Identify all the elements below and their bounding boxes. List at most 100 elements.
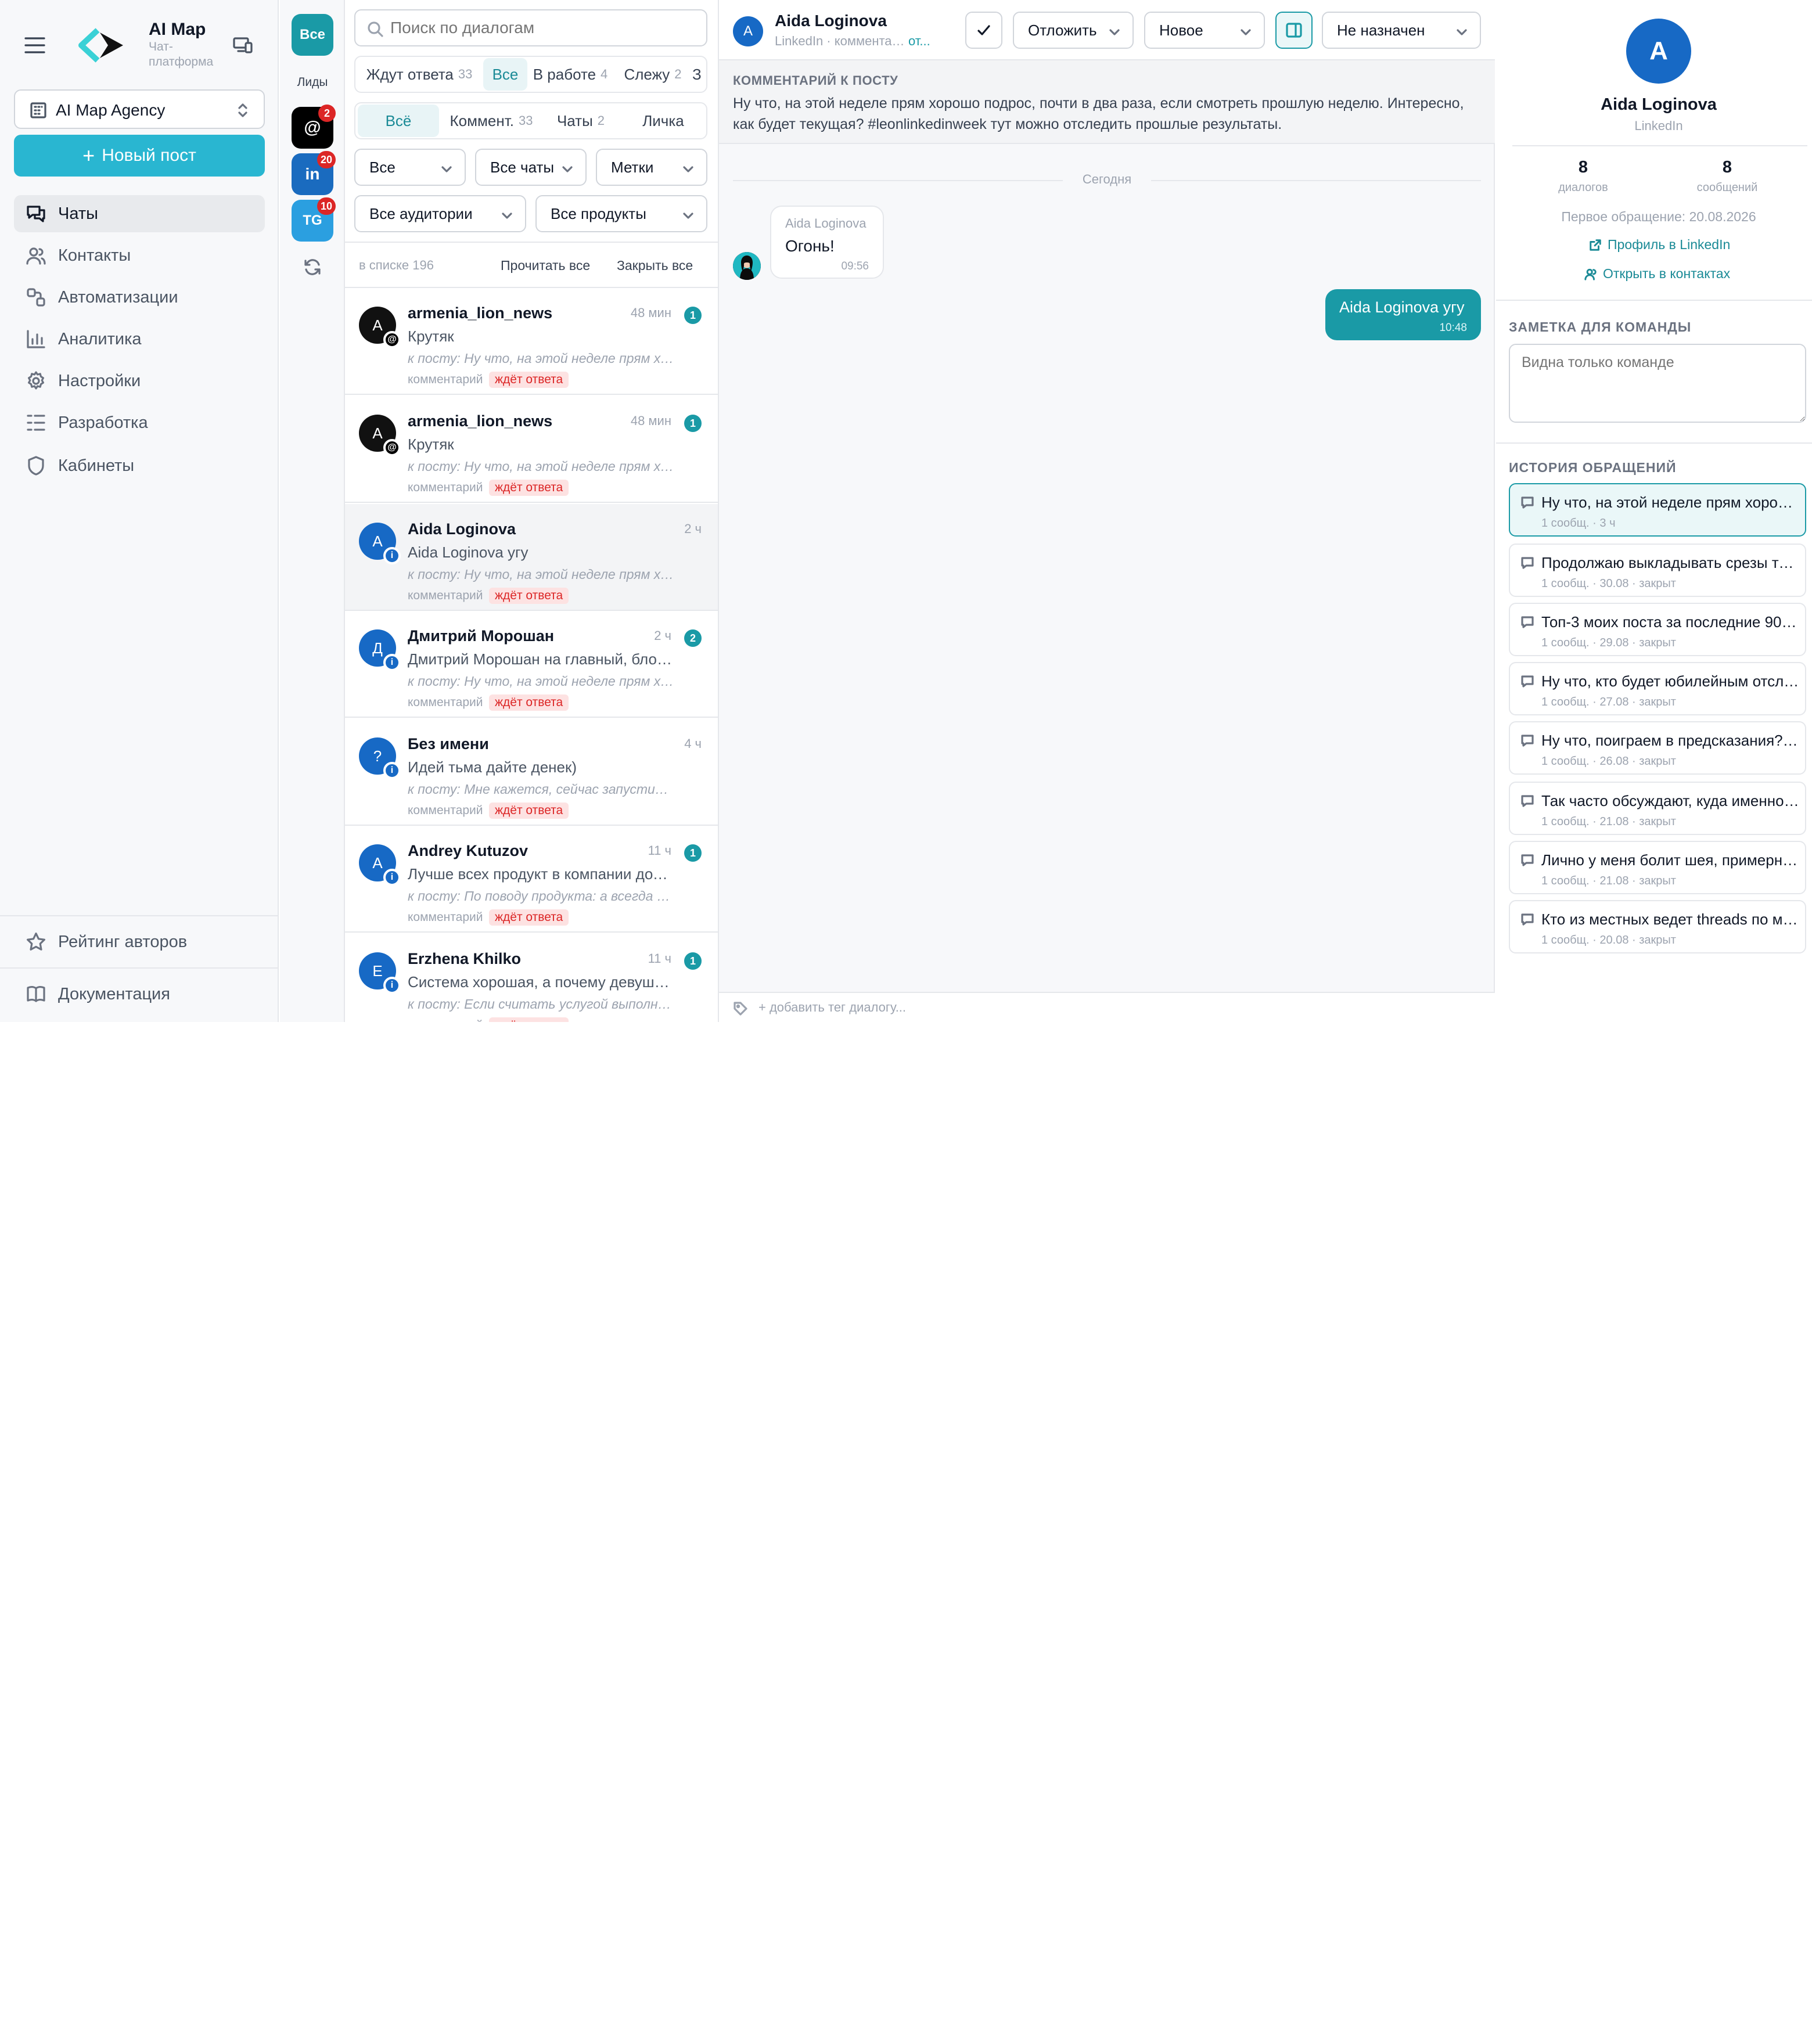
- conversation-row[interactable]: Ei Erzhena Khilko 11 ч 1 Система хорошая…: [345, 934, 718, 1022]
- resolve-button[interactable]: [965, 12, 1002, 49]
- tag-input-bar[interactable]: + добавить тег диалогу...: [719, 992, 1495, 1022]
- nav-label: Кабинеты: [58, 456, 135, 475]
- nav-item-chats[interactable]: Чаты: [14, 195, 265, 232]
- workspace-name: AI Map Agency: [56, 101, 166, 119]
- avatar-initial: A: [372, 854, 383, 872]
- conversation-row[interactable]: Дi Дмитрий Морошан 2 ч 2 Дмитрий Морошан…: [345, 611, 718, 718]
- toggle-sidebar-button[interactable]: [1275, 12, 1313, 49]
- timestamp: 4 ч: [684, 736, 702, 751]
- team-note-input[interactable]: [1509, 344, 1806, 423]
- read-all-button[interactable]: Прочитать все: [501, 258, 590, 274]
- profile-source: LinkedIn: [1634, 118, 1683, 133]
- list-icon: [27, 415, 45, 431]
- history-item[interactable]: Продолжаю выкладывать срезы тестов 1 соо…: [1509, 544, 1806, 597]
- divider: [1512, 145, 1807, 146]
- refresh-icon[interactable]: [303, 258, 322, 276]
- tab-closed[interactable]: З: [692, 58, 706, 91]
- conversation-row[interactable]: Ai Andrey Kutuzov 11 ч 1 Лучше всех прод…: [345, 826, 718, 933]
- comment-icon: [1521, 675, 1534, 688]
- tab-count: 33: [458, 67, 473, 81]
- nav-label: Документация: [58, 984, 170, 1003]
- channel-telegram-button[interactable]: TG 10: [292, 197, 336, 242]
- conversation-row[interactable]: A @ armenia_lion_news 48 мин 1 Крутяк к п…: [345, 396, 718, 503]
- status-dropdown[interactable]: Новое: [1144, 12, 1265, 49]
- filter-chats[interactable]: Все чаты: [475, 149, 587, 186]
- nav-item-development[interactable]: Разработка: [14, 404, 265, 441]
- divider: [0, 967, 279, 969]
- dialogs-count: 8: [1578, 158, 1588, 177]
- tab-in-progress[interactable]: В работе 4: [530, 58, 611, 91]
- message-preview: Крутяк: [408, 328, 454, 345]
- filter-products[interactable]: Все продукты: [535, 195, 707, 232]
- menu-icon[interactable]: [23, 35, 46, 56]
- unread-badge: 2: [318, 105, 336, 122]
- nav-item-analytics[interactable]: Аналитика: [14, 321, 265, 358]
- automation-icon: [27, 288, 45, 307]
- threads-icon: @: [383, 439, 401, 456]
- postpone-dropdown[interactable]: Отложить: [1013, 12, 1134, 49]
- tab-label: Личка: [642, 111, 684, 129]
- filter-audiences[interactable]: Все аудитории: [354, 195, 526, 232]
- linkedin-profile-link[interactable]: Профиль в LinkedIn: [1589, 237, 1730, 253]
- history-item-active[interactable]: Ну что, на этой неделе прям хорошо подро…: [1509, 483, 1806, 537]
- day-divider: Сегодня: [1063, 172, 1151, 187]
- book-icon: [27, 986, 45, 1002]
- post-reference: к посту: Если считать услугой выполнение…: [408, 996, 675, 1012]
- history-title-text: Ну что, кто будет юбилейным отслеживать: [1541, 672, 1799, 690]
- avatar-initial: Д: [372, 639, 383, 657]
- history-item[interactable]: Лично у меня болит шея, примерно раз в 1…: [1509, 841, 1806, 894]
- status-badge: ждёт ответа: [489, 588, 569, 604]
- history-title-text: Топ-3 моих поста за последние 90 дней: [1541, 613, 1799, 631]
- avatar: A @: [359, 415, 401, 456]
- nav-item-settings[interactable]: Настройки: [14, 362, 265, 400]
- chat-meta-link[interactable]: от...: [908, 34, 930, 49]
- history-title-text: Так часто обсуждают, куда именно стоит: [1541, 792, 1799, 809]
- assignee-dropdown[interactable]: Не назначен: [1322, 12, 1481, 49]
- analytics-icon: [27, 330, 45, 348]
- nav-item-cabinets[interactable]: Кабинеты: [14, 447, 265, 484]
- nav-label: Автоматизации: [58, 287, 178, 307]
- tab-comments[interactable]: Коммент. 33: [444, 105, 539, 137]
- filter-label: Все: [369, 158, 396, 176]
- nav-item-documentation[interactable]: Документация: [14, 976, 265, 1013]
- history-item[interactable]: Ну что, кто будет юбилейным отслеживать …: [1509, 662, 1806, 715]
- tab-watching[interactable]: Слежу 2: [618, 58, 688, 91]
- nav-item-automations[interactable]: Автоматизации: [14, 279, 265, 316]
- history-item[interactable]: Топ-3 моих поста за последние 90 дней 1 …: [1509, 603, 1806, 656]
- open-contact-link[interactable]: Открыть в контактах: [1584, 266, 1730, 282]
- chevron-down-icon: [502, 213, 512, 219]
- history-item[interactable]: Так часто обсуждают, куда именно стоит 1…: [1509, 782, 1806, 835]
- shield-icon: [28, 456, 44, 476]
- history-title-text: Ну что, на этой неделе прям хорошо подро…: [1541, 494, 1799, 511]
- chevron-down-icon: [683, 166, 693, 172]
- conversation-row[interactable]: ? i Без имени 4 ч Идей тьма дайте денек) …: [345, 719, 718, 826]
- nav-item-contacts[interactable]: Контакты: [14, 237, 265, 274]
- devices-icon[interactable]: [232, 36, 253, 55]
- tab-label: Чаты: [556, 111, 593, 129]
- new-post-button[interactable]: + Новый пост: [14, 135, 265, 177]
- conversation-row-selected[interactable]: Ai Aida Loginova 2 ч Aida Loginova угу к…: [345, 504, 718, 611]
- tab-awaiting-reply[interactable]: Ждут ответа 33: [358, 58, 481, 91]
- tab-everything[interactable]: Всё: [358, 105, 439, 137]
- search-box[interactable]: [354, 9, 707, 46]
- search-icon: [367, 21, 383, 37]
- history-item[interactable]: Ну что, поиграем в предсказания? Кто 1 с…: [1509, 721, 1806, 775]
- leads-label[interactable]: Лиды: [280, 75, 345, 89]
- tab-direct[interactable]: Личка: [625, 105, 702, 137]
- nav-item-author-rating[interactable]: Рейтинг авторов: [14, 923, 265, 960]
- profile-name: Aida Loginova: [1601, 95, 1717, 114]
- search-input[interactable]: [390, 16, 692, 39]
- close-all-button[interactable]: Закрыть все: [617, 258, 693, 274]
- channel-linkedin-button[interactable]: in 20: [292, 151, 336, 195]
- app-logo: [77, 26, 130, 65]
- channel-all-button[interactable]: Все: [292, 14, 333, 56]
- workspace-selector[interactable]: AI Map Agency: [14, 89, 265, 129]
- history-item[interactable]: Кто из местных ведет threads по ми... 1 …: [1509, 900, 1806, 953]
- tab-chats[interactable]: Чаты 2: [548, 105, 613, 137]
- tab-all[interactable]: Все: [483, 58, 527, 91]
- filter-tags[interactable]: Метки: [596, 149, 707, 186]
- filter-all[interactable]: Все: [354, 149, 466, 186]
- channel-threads-button[interactable]: @ 2: [292, 105, 336, 149]
- conversation-row[interactable]: A @ armenia_lion_news 48 мин 1 Крутяк к п…: [345, 288, 718, 395]
- avatar-initial: A: [372, 532, 383, 550]
